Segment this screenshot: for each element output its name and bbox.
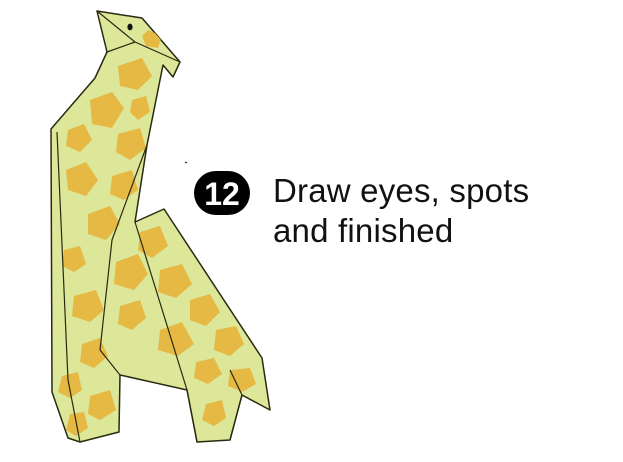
step-number-badge: 12 xyxy=(194,171,250,215)
instruction-panel: 12 Draw eyes, spots and finished xyxy=(0,0,623,462)
stray-mark xyxy=(184,161,188,164)
giraffe-eye xyxy=(127,23,133,31)
step-instruction-line-2: and finished xyxy=(273,212,454,249)
step-instruction: Draw eyes, spots and finished xyxy=(273,171,529,251)
step-number: 12 xyxy=(204,176,240,212)
step-instruction-line-1: Draw eyes, spots xyxy=(273,172,530,209)
